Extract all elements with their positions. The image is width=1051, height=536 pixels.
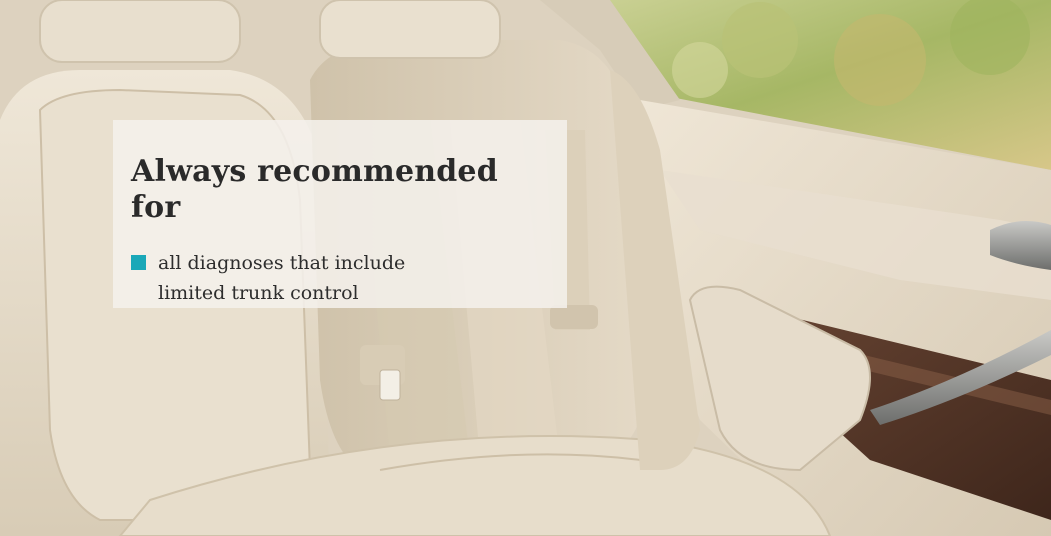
- recommendation-card: Always recommended for all diagnoses tha…: [113, 120, 567, 308]
- card-title: Always recommended for: [131, 154, 498, 225]
- headrest-center: [319, 0, 501, 59]
- bullet-text-line-1: all diagnoses that include: [158, 252, 406, 274]
- headrest-left: [39, 0, 241, 63]
- bullet-item: all diagnoses that include limited trunk…: [131, 248, 549, 308]
- square-bullet-icon: [131, 255, 146, 270]
- bullet-text-line-2: limited trunk control: [158, 282, 359, 304]
